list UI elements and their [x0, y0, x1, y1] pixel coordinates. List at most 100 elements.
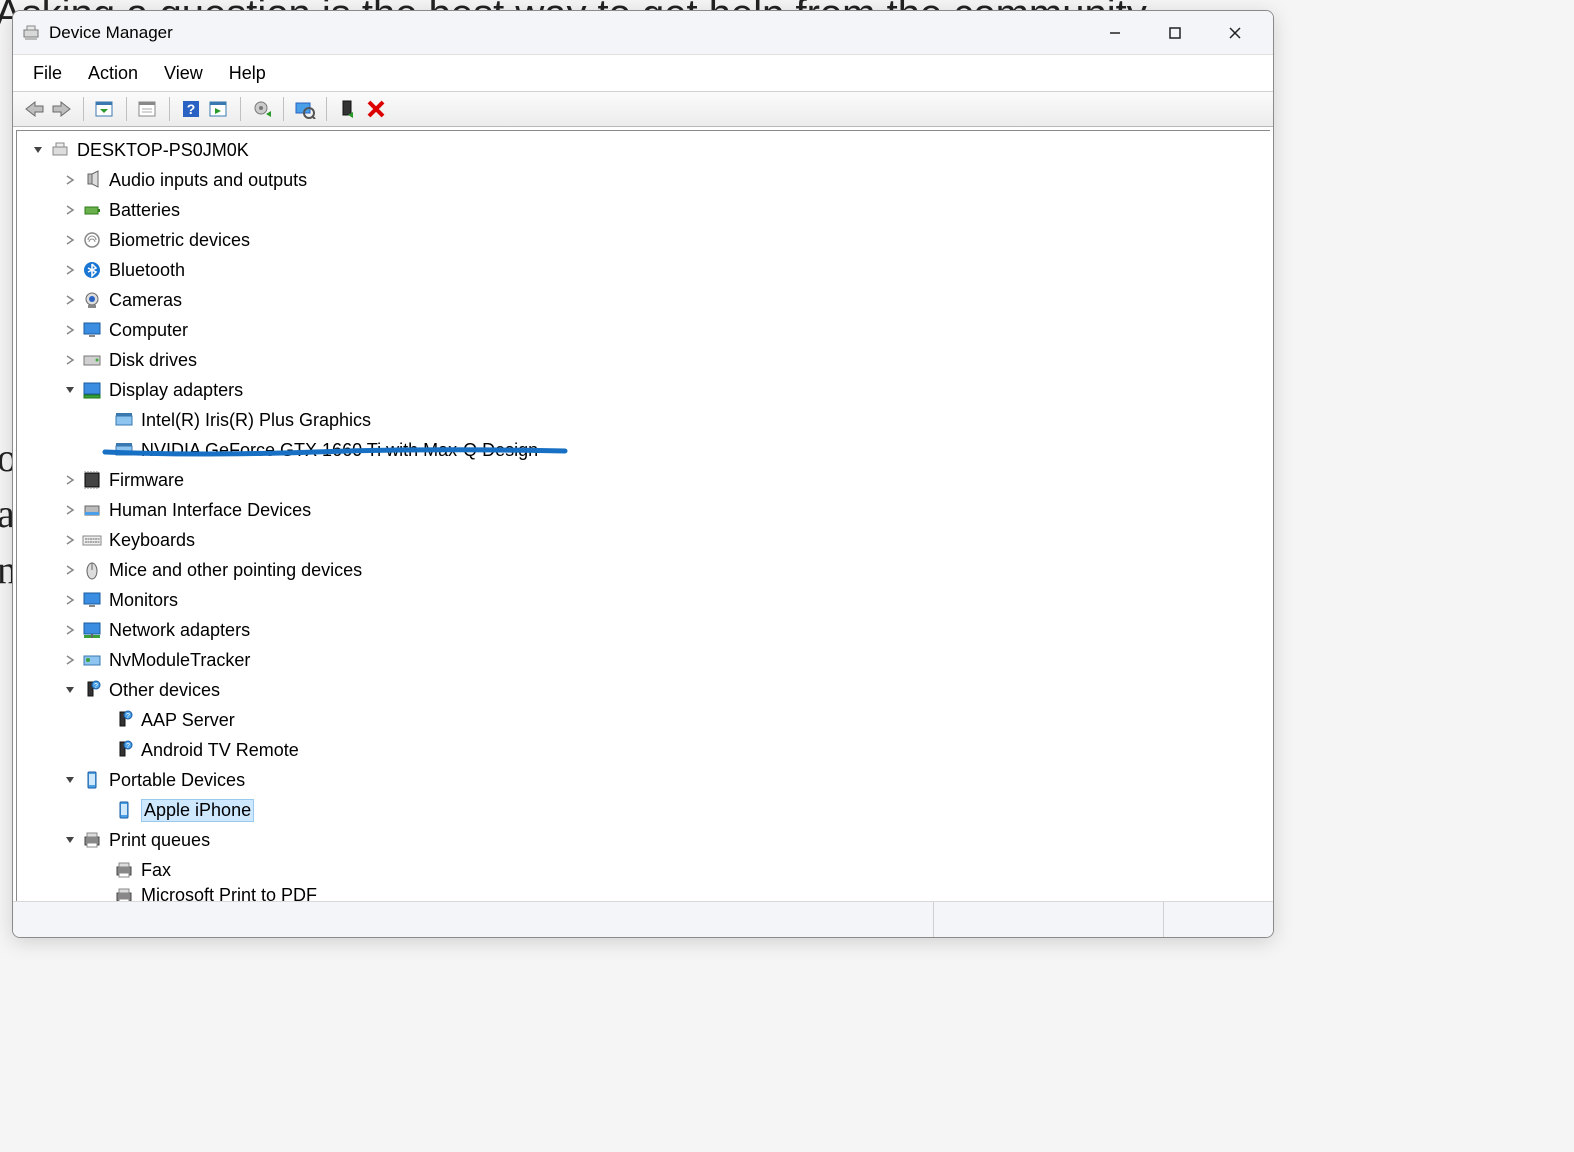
update-driver-icon[interactable]: [249, 96, 275, 122]
tree-node-label: DESKTOP-PS0JM0K: [77, 140, 249, 161]
statusbar: [13, 901, 1273, 937]
tree-node[interactable]: Network adapters: [21, 615, 1270, 645]
keyboard-icon: [81, 529, 103, 551]
titlebar[interactable]: Device Manager: [13, 11, 1273, 55]
tree-node[interactable]: Computer: [21, 315, 1270, 345]
disable-device-icon[interactable]: [363, 96, 389, 122]
tree-node[interactable]: NVIDIA GeForce GTX 1660 Ti with Max-Q De…: [21, 435, 1270, 465]
tree-node[interactable]: ?Other devices: [21, 675, 1270, 705]
tree-node[interactable]: Display adapters: [21, 375, 1270, 405]
chevron-right-icon[interactable]: [61, 351, 79, 369]
nvmod-icon: [81, 649, 103, 671]
printer-icon: [113, 885, 135, 901]
tree-node-label: Human Interface Devices: [109, 500, 311, 521]
chevron-right-icon[interactable]: [61, 531, 79, 549]
chevron-right-icon[interactable]: [61, 201, 79, 219]
chevron-right-icon[interactable]: [61, 621, 79, 639]
tree-node[interactable]: NvModuleTracker: [21, 645, 1270, 675]
tree-node[interactable]: Cameras: [21, 285, 1270, 315]
menu-file[interactable]: File: [23, 59, 72, 88]
battery-icon: [81, 199, 103, 221]
svg-text:?: ?: [94, 683, 98, 690]
tree-node[interactable]: DESKTOP-PS0JM0K: [21, 135, 1270, 165]
menu-action[interactable]: Action: [78, 59, 148, 88]
tree-node[interactable]: Disk drives: [21, 345, 1270, 375]
firmware-icon: [81, 469, 103, 491]
tree-node[interactable]: Print queues: [21, 825, 1270, 855]
biometric-icon: [81, 229, 103, 251]
svg-text:?: ?: [187, 101, 196, 117]
maximize-button[interactable]: [1145, 13, 1205, 53]
tree-node-label: AAP Server: [141, 710, 235, 731]
close-button[interactable]: [1205, 13, 1265, 53]
toolbar-separator: [126, 97, 127, 121]
properties-icon[interactable]: [135, 96, 161, 122]
tree-node[interactable]: Fax: [21, 855, 1270, 885]
tree-node[interactable]: Keyboards: [21, 525, 1270, 555]
chevron-right-icon[interactable]: [61, 171, 79, 189]
chevron-right-icon[interactable]: [61, 471, 79, 489]
chevron-right-icon[interactable]: [61, 291, 79, 309]
tree-node-label: Cameras: [109, 290, 182, 311]
tree-node-label: Disk drives: [109, 350, 197, 371]
back-icon[interactable]: [21, 96, 47, 122]
tree-node[interactable]: Monitors: [21, 585, 1270, 615]
toolbar: ?: [13, 91, 1273, 127]
tree-node-label: Microsoft Print to PDF: [141, 885, 317, 901]
chevron-down-icon[interactable]: [61, 681, 79, 699]
printer-icon: [113, 859, 135, 881]
svg-text:?: ?: [126, 713, 130, 720]
tree-node[interactable]: Batteries: [21, 195, 1270, 225]
tree-node[interactable]: Biometric devices: [21, 225, 1270, 255]
chevron-right-icon[interactable]: [61, 561, 79, 579]
chevron-down-icon[interactable]: [61, 831, 79, 849]
menu-help[interactable]: Help: [219, 59, 276, 88]
bluetooth-icon: [81, 259, 103, 281]
other-warn-icon: ?: [113, 709, 135, 731]
show-hide-icon[interactable]: [92, 96, 118, 122]
network-icon: [81, 619, 103, 641]
forward-icon[interactable]: [49, 96, 75, 122]
tree-node[interactable]: Mice and other pointing devices: [21, 555, 1270, 585]
tree-node[interactable]: Audio inputs and outputs: [21, 165, 1270, 195]
help-icon[interactable]: ?: [178, 96, 204, 122]
chevron-right-icon[interactable]: [61, 261, 79, 279]
tree-node[interactable]: Bluetooth: [21, 255, 1270, 285]
tree-node[interactable]: Apple iPhone: [21, 795, 1270, 825]
uninstall-device-icon[interactable]: [335, 96, 361, 122]
tree-node-label: NvModuleTracker: [109, 650, 250, 671]
display-icon: [81, 379, 103, 401]
tree-node[interactable]: ? AAP Server: [21, 705, 1270, 735]
tree-node-label: Batteries: [109, 200, 180, 221]
chevron-right-icon[interactable]: [61, 231, 79, 249]
menu-view[interactable]: View: [154, 59, 213, 88]
tree-node[interactable]: Intel(R) Iris(R) Plus Graphics: [21, 405, 1270, 435]
tree-node[interactable]: Human Interface Devices: [21, 495, 1270, 525]
chevron-right-icon[interactable]: [61, 501, 79, 519]
tree-node-label: Monitors: [109, 590, 178, 611]
chevron-right-icon[interactable]: [61, 591, 79, 609]
monitor-icon: [81, 319, 103, 341]
minimize-button[interactable]: [1085, 13, 1145, 53]
chevron-placeholder: [93, 711, 111, 729]
tree-node[interactable]: ?Android TV Remote: [21, 735, 1270, 765]
tree-node-label: NVIDIA GeForce GTX 1660 Ti with Max-Q De…: [141, 440, 538, 461]
tree-node-label: Keyboards: [109, 530, 195, 551]
device-tree[interactable]: DESKTOP-PS0JM0K Audio inputs and outputs B…: [16, 130, 1270, 901]
portable-icon: [113, 799, 135, 821]
tree-node-label: Mice and other pointing devices: [109, 560, 362, 581]
chevron-right-icon[interactable]: [61, 321, 79, 339]
tree-node[interactable]: Portable Devices: [21, 765, 1270, 795]
chevron-down-icon[interactable]: [61, 771, 79, 789]
tree-node[interactable]: Firmware: [21, 465, 1270, 495]
tree-node[interactable]: Microsoft Print to PDF: [21, 885, 1270, 901]
chevron-right-icon[interactable]: [61, 651, 79, 669]
chevron-down-icon[interactable]: [61, 381, 79, 399]
chevron-placeholder: [93, 801, 111, 819]
root-icon: [49, 139, 71, 161]
toolbar-separator: [240, 97, 241, 121]
scan-icon[interactable]: [292, 96, 318, 122]
tree-node-label: Display adapters: [109, 380, 243, 401]
action-panel-icon[interactable]: [206, 96, 232, 122]
chevron-down-icon[interactable]: [29, 141, 47, 159]
